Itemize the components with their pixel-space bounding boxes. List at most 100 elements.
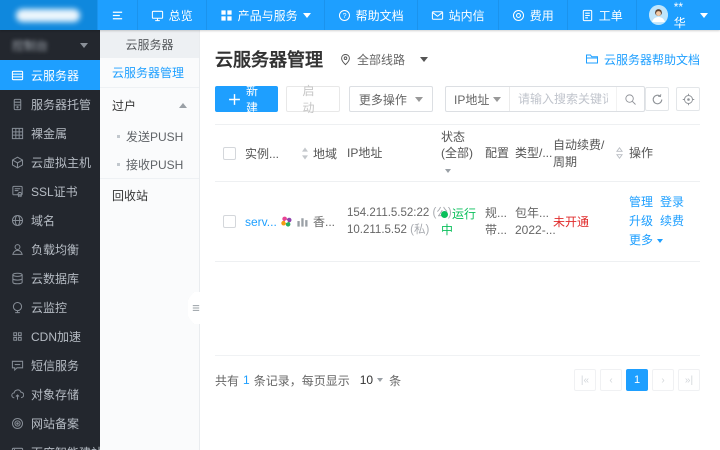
svg-text:?: ? <box>342 13 346 20</box>
console-selector[interactable]: 控制台 <box>0 30 100 60</box>
sidebar-item-ssl-cert[interactable]: SSL证书 <box>0 177 100 206</box>
pager-first[interactable]: |« <box>574 369 596 391</box>
nav-messages[interactable]: 站内信 <box>416 0 498 30</box>
submenu-server-manage[interactable]: 云服务器管理 <box>100 58 199 88</box>
action-login[interactable]: 登录 <box>660 193 684 212</box>
type-cell: 包年... 2022-... <box>515 205 556 237</box>
sort-icon[interactable] <box>616 147 623 159</box>
brand-logo[interactable] <box>0 0 97 30</box>
user-menu[interactable]: **华 <box>635 0 720 30</box>
sidebar-item-server-hosting[interactable]: 服务器托管 <box>0 90 100 119</box>
instance-link[interactable]: serv... <box>245 215 277 229</box>
submenu-recycle-bin[interactable]: 回收站 <box>100 178 199 212</box>
chevron-down-icon <box>445 169 451 173</box>
sitebuild-icon <box>11 446 24 450</box>
pagination: |« ‹ 1 › »| <box>574 369 700 391</box>
chevron-down-icon <box>377 378 384 382</box>
action-renew[interactable]: 续费 <box>660 212 684 231</box>
search-input[interactable] <box>510 92 616 106</box>
action-more[interactable]: 更多 <box>629 231 664 250</box>
start-button[interactable]: 启动 <box>286 84 340 115</box>
sms-icon <box>11 359 24 372</box>
row-checkbox[interactable] <box>222 215 236 228</box>
submenu-transfer[interactable]: 过户 <box>100 88 199 122</box>
pager-page-1[interactable]: 1 <box>626 369 648 391</box>
chevron-down-icon <box>80 42 88 48</box>
sidebar-item-bare-metal[interactable]: 裸金属 <box>0 119 100 148</box>
submenu-receive-push[interactable]: 接收PUSH <box>100 150 199 178</box>
pager-last[interactable]: »| <box>678 369 700 391</box>
chevron-down-icon <box>657 238 664 243</box>
pager-prev[interactable]: ‹ <box>600 369 622 391</box>
column-settings-button[interactable] <box>676 87 700 111</box>
col-status-filter[interactable]: 状态 (全部) <box>439 129 483 177</box>
config-cell: 规... 带... <box>485 205 508 237</box>
chevron-down-icon <box>420 56 429 62</box>
col-actions: 操作 <box>629 145 654 160</box>
sidebar-item-cloud-vhost[interactable]: 云虚拟主机 <box>0 148 100 177</box>
sidebar-item-sms[interactable]: 短信服务 <box>0 351 100 380</box>
sidebar-collapse-button[interactable] <box>96 0 137 30</box>
action-upgrade[interactable]: 升级 <box>629 212 653 231</box>
refresh-button[interactable] <box>645 87 669 111</box>
bullet-icon <box>117 162 120 166</box>
more-actions-dropdown[interactable]: 更多操作 <box>348 86 433 112</box>
submenu-header: 云服务器 <box>100 30 199 58</box>
metal-icon <box>11 127 24 140</box>
ip-cell: 154.211.5.52:22 (公) 10.211.5.52 (私) <box>347 206 452 236</box>
monitor-icon <box>151 9 164 22</box>
line-filter-dropdown[interactable]: 全部线路 <box>339 51 429 68</box>
chevron-down-icon <box>302 12 311 18</box>
main-content: 云服务器管理 全部线路 云服务器帮助文档 新建 启动 更多操作 IP地址 请输入… <box>200 30 720 450</box>
database-icon <box>11 272 24 285</box>
chevron-down-icon <box>700 12 708 18</box>
bullet-icon <box>117 134 120 138</box>
nav-overview[interactable]: 总览 <box>136 0 206 30</box>
chevron-down-icon <box>493 96 501 102</box>
sidebar-item-cloud-monitor[interactable]: 云监控 <box>0 293 100 322</box>
monitor2-icon <box>11 301 24 314</box>
primary-sidebar: 控制台 云服务器 服务器托管 裸金属 云虚拟主机 SSL证书 域名 负载均衡 云数据库 云监控 C… <box>0 30 100 450</box>
chevron-up-icon <box>179 102 187 108</box>
help-doc-link[interactable]: 云服务器帮助文档 <box>585 51 700 68</box>
balance-icon <box>11 243 24 256</box>
storage-icon <box>11 388 24 401</box>
sidebar-item-cdn[interactable]: CDN加速 <box>0 322 100 351</box>
os-logo-icon <box>280 215 293 228</box>
brand-logo-image <box>16 8 81 22</box>
nav-help-docs[interactable]: ? 帮助文档 <box>323 0 417 30</box>
nav-billing[interactable]: 费用 <box>497 0 567 30</box>
col-ip[interactable]: IP地址 <box>345 145 439 162</box>
pager-next[interactable]: › <box>652 369 674 391</box>
submenu-send-push[interactable]: 发送PUSH <box>100 122 199 150</box>
monitoring-chart-icon[interactable] <box>296 215 309 228</box>
folder-icon <box>585 52 599 66</box>
plus-icon <box>228 93 241 106</box>
nav-tickets[interactable]: 工单 <box>566 0 636 30</box>
sidebar-item-object-storage[interactable]: 对象存储 <box>0 380 100 409</box>
col-instance[interactable]: 实例... <box>245 145 279 162</box>
search-field-dropdown[interactable]: IP地址 <box>446 87 510 111</box>
sidebar-item-domain[interactable]: 域名 <box>0 206 100 235</box>
sidebar-item-load-balance[interactable]: 负载均衡 <box>0 235 100 264</box>
create-button[interactable]: 新建 <box>215 84 279 115</box>
select-all-checkbox[interactable] <box>222 146 236 160</box>
col-renew[interactable]: 自动续费/周期 <box>551 136 625 170</box>
sidebar-item-site-builder[interactable]: 百度智能建站 <box>0 438 100 450</box>
sidebar-item-cloud-database[interactable]: 云数据库 <box>0 264 100 293</box>
hosting-icon <box>11 98 24 111</box>
page-size-dropdown[interactable]: 10 <box>360 373 384 387</box>
sort-icon[interactable] <box>301 147 309 160</box>
sidebar-item-website-beian[interactable]: 网站备案 <box>0 409 100 438</box>
search-button[interactable] <box>616 87 644 111</box>
action-manage[interactable]: 管理 <box>629 193 653 212</box>
instance-table: 实例... 地域 IP地址 状态 (全部) 配置 类型/... 自动续费/周期 … <box>215 124 700 262</box>
sidebar-item-cloud-server[interactable]: 云服务器 <box>0 60 100 90</box>
col-type[interactable]: 类型/... <box>513 145 552 162</box>
location-pin-icon <box>339 53 352 66</box>
col-config[interactable]: 配置 <box>483 145 513 162</box>
col-region[interactable]: 地域 <box>311 145 345 162</box>
status-dot-icon <box>441 210 448 218</box>
renew-cell: 未开通 <box>553 215 590 229</box>
nav-products[interactable]: 产品与服务 <box>205 0 324 30</box>
